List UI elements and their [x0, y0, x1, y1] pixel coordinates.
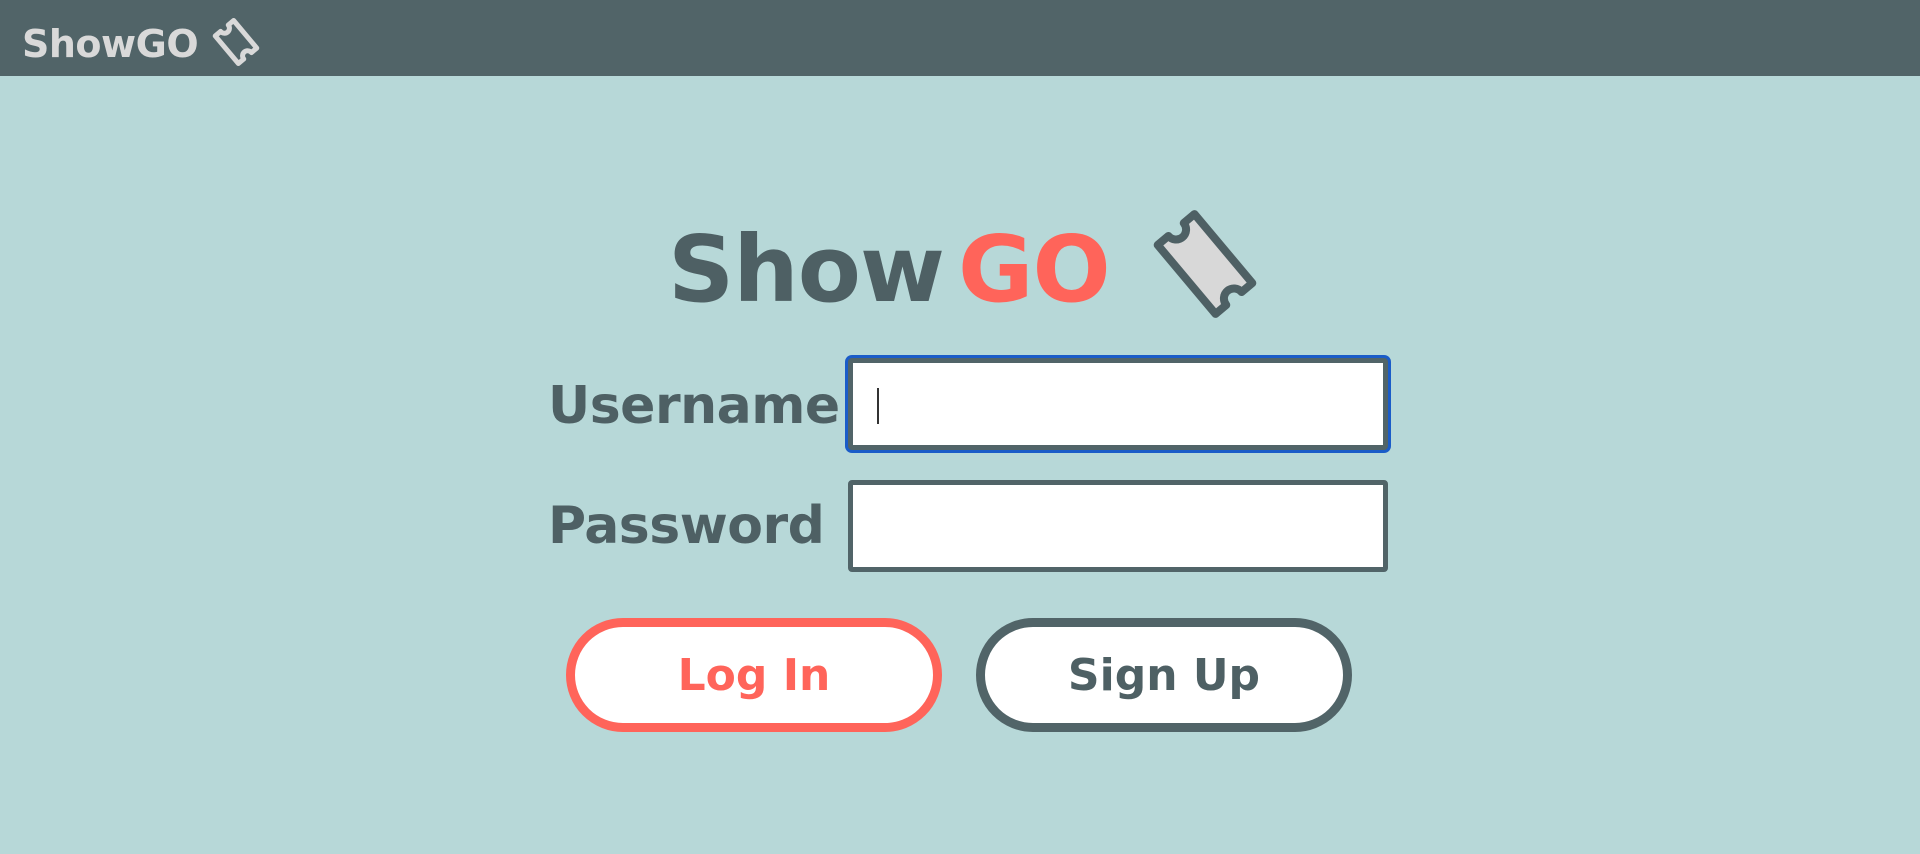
ticket-icon — [212, 17, 260, 67]
text-cursor — [877, 388, 879, 424]
password-label: Password — [548, 496, 825, 556]
username-input[interactable] — [848, 358, 1388, 450]
brand-name: ShowGO — [22, 22, 199, 66]
ticket-icon — [1153, 210, 1257, 318]
signup-button[interactable]: Sign Up — [976, 618, 1352, 732]
hero-logo: Show GO — [668, 198, 1268, 330]
hero-title-go: GO — [958, 216, 1111, 323]
password-input[interactable] — [848, 480, 1388, 572]
username-label: Username — [548, 376, 840, 436]
hero-title-show: Show — [668, 216, 945, 323]
login-page: Show GO Username Password Log In Sign Up — [0, 76, 1920, 854]
brand-logo-link[interactable]: ShowGO — [22, 14, 268, 74]
top-nav-bar: ShowGO — [0, 0, 1920, 76]
login-button[interactable]: Log In — [566, 618, 942, 732]
